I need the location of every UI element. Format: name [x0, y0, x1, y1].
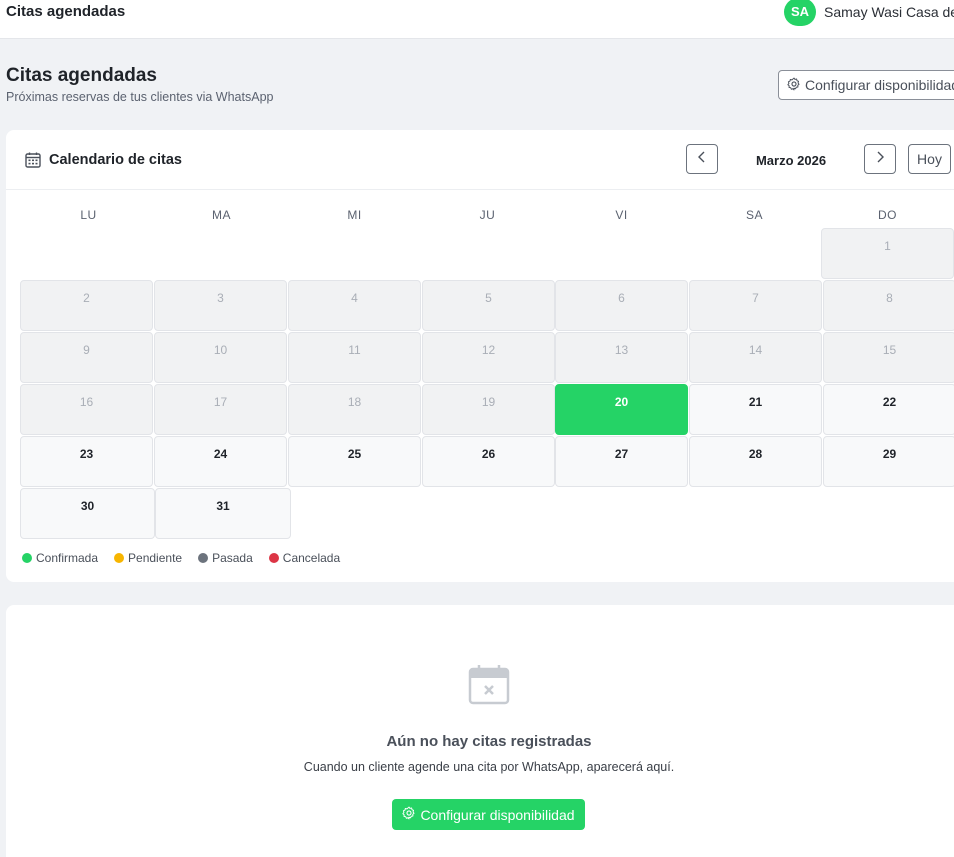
calendar-day[interactable]: 11 [288, 332, 421, 383]
calendar-day[interactable]: 21 [689, 384, 822, 435]
calendar-card: Calendario de citas Marzo 2026 Hoy LU MA… [6, 130, 954, 582]
calendar-header: Calendario de citas Marzo 2026 Hoy [6, 130, 954, 190]
calendar-day[interactable]: 28 [689, 436, 822, 487]
calendar-day[interactable]: 13 [555, 332, 688, 383]
legend-label: Pasada [212, 551, 253, 565]
calendar-day[interactable]: 31 [155, 488, 291, 539]
page-title: Citas agendadas [6, 65, 157, 86]
legend-past: Pasada [198, 551, 253, 565]
weekday-fri: VI [615, 208, 628, 222]
calendar-day[interactable]: 14 [689, 332, 822, 383]
gear-icon [787, 77, 801, 94]
calendar-day[interactable]: 26 [422, 436, 555, 487]
calendar-day[interactable]: 12 [422, 332, 555, 383]
configure-availability-label: Configurar disponibilidad [420, 806, 575, 823]
calendar-icon [25, 152, 41, 173]
calendar-day[interactable]: 10 [154, 332, 287, 383]
today-button[interactable]: Hoy [908, 144, 951, 174]
chevron-left-icon [697, 150, 707, 169]
legend-label: Confirmada [36, 551, 99, 565]
calendar-day[interactable]: 1 [821, 228, 954, 279]
weekday-wed: MI [347, 208, 362, 222]
calendar-day[interactable]: 15 [823, 332, 954, 383]
configure-availability-primary-button[interactable]: Configurar disponibilidad [392, 799, 585, 830]
app-title: Citas agendadas [6, 3, 126, 20]
chevron-right-icon [875, 150, 885, 169]
calendar-day[interactable]: 27 [555, 436, 688, 487]
calendar-day[interactable]: 16 [20, 384, 153, 435]
legend-dot [268, 553, 279, 563]
weekday-mon: LU [80, 208, 97, 222]
configure-availability-label: Configurar disponibilidad [805, 77, 954, 93]
legend-cancelled: Cancelada [268, 551, 341, 565]
legend-label: Cancelada [282, 551, 341, 565]
calendar-day[interactable]: 6 [555, 280, 688, 331]
legend-dot [198, 553, 209, 563]
legend-dot [22, 553, 32, 563]
calendar-legend: Confirmada Pendiente Pasada Cancelada [22, 551, 340, 565]
prev-month-button[interactable] [686, 144, 718, 174]
calendar-day[interactable]: 22 [823, 384, 954, 435]
empty-state-title: Aún no hay citas registradas [386, 733, 592, 750]
calendar-day-today[interactable]: 20 [555, 384, 688, 435]
month-label: Marzo 2026 [755, 153, 827, 168]
appointments-empty-card: Aún no hay citas registradas Cuando un c… [6, 605, 954, 857]
weekday-tue: MA [212, 208, 231, 222]
empty-state-text: Cuando un cliente agende una cita por Wh… [303, 760, 675, 774]
calendar-day[interactable]: 4 [288, 280, 421, 331]
weekday-thu: JU [479, 208, 496, 222]
avatar[interactable]: SA [784, 0, 816, 26]
calendar-day[interactable]: 25 [288, 436, 421, 487]
gear-icon [402, 806, 416, 823]
calendar-day[interactable]: 17 [154, 384, 287, 435]
page-subtitle: Próximas reservas de tus clientes via Wh… [6, 90, 274, 104]
calendar-day[interactable]: 30 [20, 488, 155, 539]
calendar-x-icon [468, 663, 510, 710]
calendar-day[interactable]: 18 [288, 384, 421, 435]
calendar-day[interactable]: 19 [422, 384, 555, 435]
user-name[interactable]: Samay Wasi Casa de p [824, 4, 954, 20]
top-bar: Citas agendadas SA Samay Wasi Casa de p [0, 0, 954, 39]
calendar-day[interactable]: 5 [422, 280, 555, 331]
calendar-day[interactable]: 3 [154, 280, 287, 331]
calendar-day[interactable]: 29 [823, 436, 954, 487]
calendar-day[interactable]: 24 [154, 436, 287, 487]
calendar-day[interactable]: 9 [20, 332, 153, 383]
calendar-day[interactable]: 7 [689, 280, 822, 331]
next-month-button[interactable] [864, 144, 896, 174]
legend-dot [114, 553, 125, 563]
configure-availability-button[interactable]: Configurar disponibilidad [778, 70, 954, 100]
weekday-sat: SA [745, 208, 763, 222]
legend-confirmed: Confirmada [22, 551, 98, 565]
calendar-day[interactable]: 2 [20, 280, 153, 331]
weekday-sun: DO [878, 208, 897, 222]
calendar-day[interactable]: 23 [20, 436, 153, 487]
legend-label: Pendiente [128, 551, 183, 565]
calendar-day[interactable]: 8 [823, 280, 954, 331]
calendar-title: Calendario de citas [49, 152, 182, 168]
legend-pending: Pendiente [114, 551, 182, 565]
